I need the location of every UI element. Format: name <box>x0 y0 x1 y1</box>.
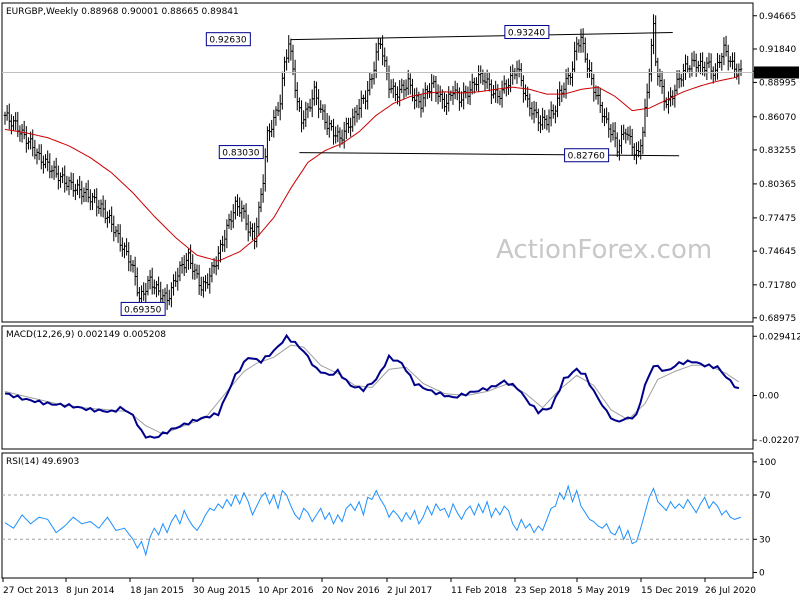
price-y-tick-label: 0.91840 <box>759 45 796 55</box>
x-tick-label: 2 Jul 2017 <box>387 586 432 596</box>
macd-y-tick-label: -0.022074 <box>759 436 800 446</box>
price-y-tick-label: 0.88995 <box>759 78 796 88</box>
level-annotation-label: 0.93240 <box>508 29 545 39</box>
x-tick-label: 20 Nov 2016 <box>322 586 380 596</box>
price-y-tick-label: 0.94665 <box>759 12 796 22</box>
x-tick-label: 10 Apr 2016 <box>258 586 314 596</box>
price-y-tick-label: 0.83255 <box>759 146 796 156</box>
level-annotation-label: 0.82760 <box>568 152 605 162</box>
x-tick-label: 15 Dec 2019 <box>641 586 699 596</box>
symbol-header: EURGBP,Weekly 0.88968 0.90001 0.88665 0.… <box>6 7 239 17</box>
price-y-tick-label: 0.71780 <box>759 281 796 291</box>
level-annotation-label: 0.69350 <box>124 305 161 315</box>
macd-label: MACD(12,26,9) 0.002149 0.005208 <box>6 330 166 340</box>
price-y-tick-label: 0.86070 <box>759 113 796 123</box>
x-tick-label: 8 Jun 2014 <box>66 586 115 596</box>
current-price-label: 0.89841 <box>757 68 794 78</box>
x-tick-label: 30 Aug 2015 <box>193 586 251 596</box>
rsi-y-tick-label: 30 <box>759 535 771 545</box>
price-y-tick-label: 0.68975 <box>759 314 796 324</box>
watermark: ActionForex.com <box>496 235 712 265</box>
price-y-tick-label: 0.74645 <box>759 247 796 257</box>
price-y-tick-label: 0.80365 <box>759 180 796 190</box>
chart-canvas: EURGBP,Weekly 0.88968 0.90001 0.88665 0.… <box>0 0 800 600</box>
level-annotation-label: 0.83030 <box>222 149 259 159</box>
macd-y-tick-label: 0.00 <box>759 392 779 402</box>
macd-y-tick-label: 0.029412 <box>759 332 800 342</box>
x-tick-label: 5 May 2019 <box>577 586 630 596</box>
x-tick-label: 18 Jan 2015 <box>130 586 184 596</box>
x-tick-label: 27 Oct 2013 <box>3 586 59 596</box>
level-annotation-label: 0.92630 <box>209 36 246 46</box>
x-tick-label: 11 Feb 2018 <box>451 586 507 596</box>
rsi-y-tick-label: 100 <box>759 458 776 468</box>
rsi-y-tick-label: 70 <box>759 491 771 501</box>
x-tick-label: 26 Jul 2020 <box>705 586 756 596</box>
x-tick-label: 23 Sep 2018 <box>515 586 572 596</box>
price-y-tick-label: 0.77475 <box>759 214 796 224</box>
rsi-label: RSI(14) 49.6903 <box>6 457 79 467</box>
rsi-y-tick-label: 0 <box>759 568 765 578</box>
